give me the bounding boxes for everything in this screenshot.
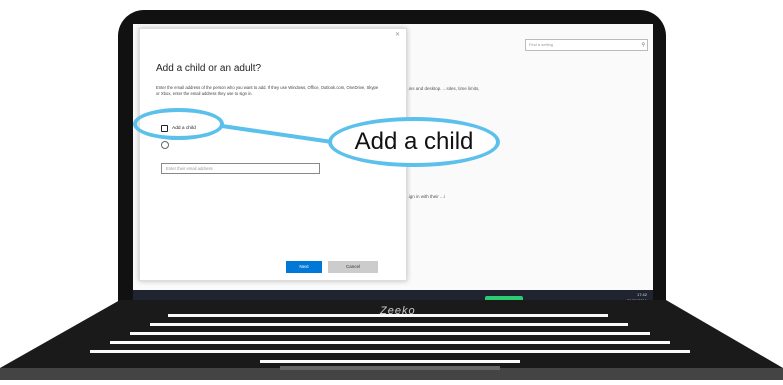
callout-bubble: Add a child — [328, 117, 500, 167]
callout-highlight-ring — [133, 108, 224, 140]
laptop-brand-logo: Zeeko — [380, 305, 416, 317]
